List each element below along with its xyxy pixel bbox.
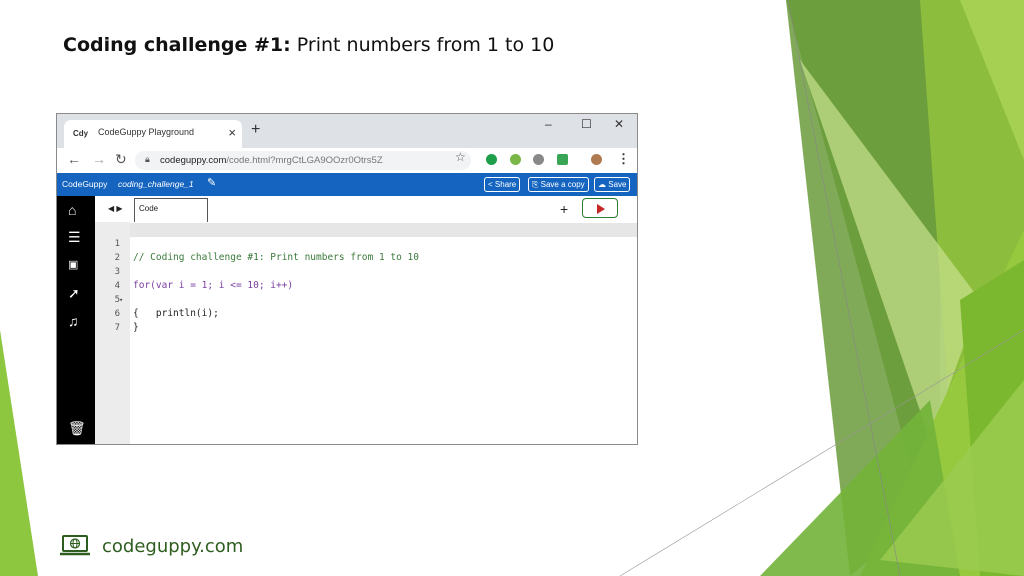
url-domain: codeguppy.com — [160, 155, 227, 166]
extension-icon[interactable] — [486, 154, 497, 165]
tab-code[interactable]: Code — [134, 198, 208, 222]
home-icon[interactable]: ⌂ — [68, 202, 76, 218]
save-copy-label: Save a copy — [540, 180, 585, 189]
back-icon[interactable]: ← — [67, 151, 81, 167]
line-number: 4 — [114, 281, 120, 291]
file-tabs: ◀ ▶ Code + — [95, 196, 637, 222]
profile-avatar[interactable] — [591, 154, 602, 165]
play-icon — [597, 204, 605, 214]
code-line: 7 — [115, 307, 637, 333]
extension-icon[interactable] — [510, 154, 521, 165]
project-name: coding_challenge_1 — [118, 179, 194, 189]
tab-code-label: Code — [139, 204, 159, 213]
code-line: 5 println(i); — [115, 279, 637, 319]
browser-tab-title: CodeGuppy Playground — [98, 127, 195, 137]
slide-title-bold: Coding challenge #1: — [63, 34, 291, 56]
tab-close-icon[interactable]: × — [228, 125, 236, 140]
save-button[interactable]: ☁ Save — [594, 177, 631, 192]
menu-icon[interactable]: ☰ — [68, 229, 81, 246]
rocket-icon[interactable]: ➚ — [68, 285, 80, 302]
minimize-icon[interactable]: – — [545, 117, 552, 131]
code-line: 4 ▾ { — [115, 265, 637, 319]
app-brand[interactable]: CodeGuppy — [62, 179, 107, 189]
new-tab-button[interactable]: + — [251, 121, 260, 139]
music-icon[interactable]: ♫ — [68, 313, 79, 329]
save-label: Save — [608, 180, 627, 189]
app-sidebar: ⌂ ☰ ▣ ➚ ♫ 🗑︎ — [57, 196, 95, 444]
favicon-icon: Cdy — [73, 129, 89, 138]
edit-pencil-icon[interactable]: ✎ — [207, 176, 216, 189]
browser-tabstrip: Cdy CodeGuppy Playground × + – ☐ ✕ — [57, 114, 637, 148]
code-line: 6 } — [115, 293, 637, 333]
browser-tab[interactable]: Cdy CodeGuppy Playground × — [64, 120, 242, 148]
line-number: 6 — [114, 309, 120, 319]
line-number: 2 — [114, 253, 120, 263]
url-text: codeguppy.com/code.html?mrgCtLGA9OOzr0Ot… — [160, 155, 383, 166]
lock-icon: 🔒︎ — [145, 154, 150, 164]
extension-icon[interactable] — [557, 154, 568, 165]
share-label: Share — [494, 180, 517, 189]
line-number: 7 — [114, 323, 120, 333]
browser-toolbar: ← → ↻ 🔒︎ codeguppy.com/code.html?mrgCtLG… — [57, 148, 637, 174]
code-line: 2 — [115, 237, 637, 263]
browser-window: Cdy CodeGuppy Playground × + – ☐ ✕ ← → ↻… — [56, 113, 638, 445]
forward-icon[interactable]: → — [92, 151, 106, 167]
line-number: 1 — [114, 239, 120, 249]
line-number: 3 — [114, 267, 120, 277]
add-file-button[interactable]: + — [560, 201, 568, 217]
slide-title: Coding challenge #1: Print numbers from … — [63, 34, 554, 56]
slide-title-rest: Print numbers from 1 to 10 — [290, 34, 555, 56]
extension-icon[interactable] — [533, 154, 544, 165]
code-editor[interactable]: 1 // Coding challenge #1: Print numbers … — [115, 222, 637, 444]
save-copy-button[interactable]: ⎘ Save a copy — [528, 177, 589, 192]
copy-icon: ⎘ — [532, 180, 539, 189]
app-header: CodeGuppy coding_challenge_1 ✎ < Share ⎘… — [57, 173, 637, 196]
browser-menu-icon[interactable]: ⋮ — [617, 151, 630, 167]
code-line: 1 // Coding challenge #1: Print numbers … — [115, 223, 637, 263]
laptop-globe-icon — [60, 535, 90, 556]
run-button[interactable] — [582, 198, 618, 218]
maximize-icon[interactable]: ☐ — [581, 117, 592, 131]
url-path: /code.html?mrgCtLGA9OOzr0Otrs5Z — [226, 155, 383, 166]
tab-scroll-arrows-icon[interactable]: ◀ ▶ — [108, 204, 123, 213]
footer-website: codeguppy.com — [102, 536, 244, 557]
reload-icon[interactable]: ↻ — [115, 151, 127, 168]
share-button[interactable]: < Share — [484, 177, 521, 192]
line-number: 5 — [114, 295, 120, 305]
cloud-icon: ☁ — [598, 180, 606, 189]
share-icon: < — [488, 180, 493, 189]
trash-icon[interactable]: 🗑︎ — [68, 420, 86, 437]
address-bar[interactable]: 🔒︎ codeguppy.com/code.html?mrgCtLGA9OOzr… — [135, 151, 471, 170]
bookmark-star-icon[interactable]: ☆ — [455, 150, 466, 164]
image-icon[interactable]: ▣ — [68, 258, 78, 271]
close-window-icon[interactable]: ✕ — [614, 117, 624, 131]
code-line: 3 for(var i = 1; i <= 10; i++) — [115, 251, 637, 291]
